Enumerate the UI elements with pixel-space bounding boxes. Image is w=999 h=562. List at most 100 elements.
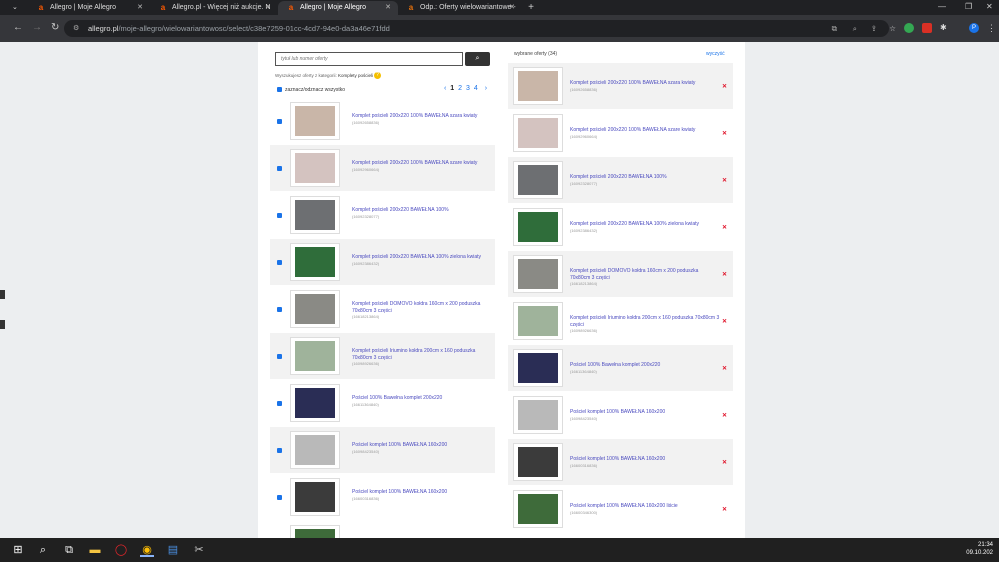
system-clock[interactable]: 21:34 09.10.202: [966, 541, 993, 557]
close-icon[interactable]: ✕: [137, 1, 143, 15]
offer-title[interactable]: Pościel komplet 100% BAWEŁNA 160x200 liś…: [570, 503, 720, 516]
new-tab-button[interactable]: +: [524, 1, 538, 15]
file-explorer-icon[interactable]: ▬: [88, 543, 102, 557]
minimize-icon[interactable]: —: [938, 2, 946, 11]
offer-checkbox[interactable]: [277, 166, 282, 171]
extension-green-icon[interactable]: [904, 23, 914, 33]
selected-offer-row[interactable]: Pościel komplet 100% BAWEŁNA 160x200 liś…: [508, 486, 733, 532]
search-button[interactable]: ⌕: [465, 52, 490, 66]
remove-offer-icon[interactable]: ✕: [722, 83, 727, 90]
close-icon[interactable]: ✕: [385, 1, 391, 15]
offer-title[interactable]: Komplet pościeli 200x220 100% BAWEŁNA sz…: [570, 127, 720, 140]
close-window-icon[interactable]: ✕: [986, 2, 993, 11]
clear-selection-link[interactable]: wyczyść: [706, 51, 725, 57]
offer-row[interactable]: Pościel komplet 100% BAWEŁNA 160x200 (160…: [270, 427, 495, 473]
offer-checkbox[interactable]: [277, 495, 282, 500]
offer-checkbox[interactable]: [277, 260, 282, 265]
offer-title[interactable]: Komplet pościeli 200x220 BAWEŁNA 100% (16…: [352, 207, 487, 220]
search-icon[interactable]: ⌕: [36, 543, 50, 557]
offer-row[interactable]: Komplet pościeli 200x220 BAWEŁNA 100% zi…: [270, 239, 495, 285]
offer-title[interactable]: Komplet pościeli 200x220 BAWEŁNA 100% zi…: [570, 221, 720, 234]
tab-search-button[interactable]: ⌄: [0, 1, 28, 15]
offer-checkbox[interactable]: [277, 448, 282, 453]
maximize-icon[interactable]: ❐: [965, 2, 972, 11]
close-icon[interactable]: ✕: [509, 1, 515, 15]
selected-offer-row[interactable]: Pościel komplet 100% BAWEŁNA 160x200 (166…: [508, 439, 733, 485]
offer-title[interactable]: Komplet pościeli 200x220 BAWEŁNA 100% (16…: [570, 174, 720, 187]
bookmark-star-icon[interactable]: ☆: [889, 20, 896, 37]
remove-offer-icon[interactable]: ✕: [722, 412, 727, 419]
next-page-button[interactable]: ›: [485, 85, 487, 92]
offer-title[interactable]: Komplet pościeli Iriumino kołdra 200cm x…: [570, 315, 720, 335]
offer-title[interactable]: Komplet pościeli 200x220 BAWEŁNA 100% zi…: [352, 254, 487, 267]
remove-offer-icon[interactable]: ✕: [722, 459, 727, 466]
offer-title[interactable]: Komplet pościeli DOMOVO kołdra 160cm x 2…: [570, 268, 720, 288]
remove-offer-icon[interactable]: ✕: [722, 271, 727, 278]
chrome-icon[interactable]: ◉: [140, 543, 154, 557]
offer-title[interactable]: Pościel 100% Bawełna komplet 200x220 (166…: [352, 395, 487, 408]
offer-title[interactable]: Komplet pościeli 200x220 100% BAWEŁNA sz…: [352, 160, 487, 173]
selected-offer-row[interactable]: Komplet pościeli 200x220 BAWEŁNA 100% zi…: [508, 204, 733, 250]
offer-title[interactable]: Pościel 100% Bawełna komplet 200x220 (166…: [570, 362, 720, 375]
selected-offer-row[interactable]: Komplet pościeli DOMOVO kołdra 160cm x 2…: [508, 251, 733, 297]
offer-checkbox[interactable]: [277, 401, 282, 406]
selected-offer-row[interactable]: Komplet pościeli Iriumino kołdra 200cm x…: [508, 298, 733, 344]
opera-icon[interactable]: ◯: [114, 543, 128, 557]
selected-offer-row[interactable]: Pościel 100% Bawełna komplet 200x220 (166…: [508, 345, 733, 391]
offer-title[interactable]: Komplet pościeli 200x220 100% BAWEŁNA sz…: [352, 113, 487, 126]
offer-title[interactable]: Komplet pościeli Iriumino kołdra 200cm x…: [352, 348, 487, 368]
offer-title[interactable]: Pościel komplet 100% BAWEŁNA 160x200 (160…: [570, 409, 720, 422]
offer-row[interactable]: Komplet pościeli DOMOVO kołdra 160cm x 2…: [270, 286, 495, 332]
offer-title[interactable]: Pościel komplet 100% BAWEŁNA 160x200 (166…: [352, 489, 487, 502]
offer-row[interactable]: Komplet pościeli Iriumino kołdra 200cm x…: [270, 333, 495, 379]
profile-avatar[interactable]: P: [969, 23, 979, 33]
document-icon[interactable]: ▤: [166, 543, 180, 557]
offer-checkbox[interactable]: [277, 354, 282, 359]
tab-odp-oferty[interactable]: a Odp.: Oferty wielowariantowe - ✕: [398, 1, 522, 15]
back-icon[interactable]: ←: [13, 23, 23, 33]
offer-row[interactable]: Pościel komplet 100% BAWEŁNA 160x200 (166…: [270, 474, 495, 520]
snipping-tool-icon[interactable]: ✂: [192, 543, 206, 557]
windows-start-icon[interactable]: ⊞: [11, 543, 25, 557]
page-1[interactable]: 1: [450, 85, 454, 92]
prev-page-button[interactable]: ‹: [444, 85, 446, 92]
help-icon[interactable]: ?: [374, 72, 381, 79]
offer-row[interactable]: Komplet pościeli 200x220 BAWEŁNA 100% (16…: [270, 192, 495, 238]
page-4[interactable]: 4: [474, 85, 478, 92]
offer-row[interactable]: Pościel 100% Bawełna komplet 200x220 (166…: [270, 380, 495, 426]
offer-row[interactable]: Komplet pościeli 200x220 100% BAWEŁNA sz…: [270, 145, 495, 191]
offer-checkbox[interactable]: [277, 307, 282, 312]
tab-moje-allegro[interactable]: a Allegro | Moje Allegro ✕: [28, 1, 150, 15]
page-2[interactable]: 2: [458, 85, 462, 92]
select-all-checkbox[interactable]: zaznacz/odznacz wszystko: [277, 87, 345, 93]
task-view-icon[interactable]: ⧉: [62, 543, 76, 557]
site-info-icon[interactable]: ⚙: [73, 20, 79, 37]
offer-row[interactable]: [270, 521, 495, 538]
remove-offer-icon[interactable]: ✕: [722, 318, 727, 325]
offer-title[interactable]: Komplet pościeli 200x220 100% BAWEŁNA sz…: [570, 80, 720, 93]
extensions-puzzle-icon[interactable]: ✱: [940, 23, 950, 33]
selected-offer-row[interactable]: Komplet pościeli 200x220 100% BAWEŁNA sz…: [508, 110, 733, 156]
close-icon[interactable]: ✕: [265, 1, 271, 15]
extension-red-icon[interactable]: [922, 23, 932, 33]
selected-offer-row[interactable]: Pościel komplet 100% BAWEŁNA 160x200 (160…: [508, 392, 733, 438]
offer-title[interactable]: Komplet pościeli DOMOVO kołdra 160cm x 2…: [352, 301, 487, 321]
remove-offer-icon[interactable]: ✕: [722, 224, 727, 231]
offer-title[interactable]: Pościel komplet 100% BAWEŁNA 160x200 (160…: [352, 442, 487, 455]
offer-row[interactable]: Komplet pościeli 200x220 100% BAWEŁNA sz…: [270, 98, 495, 144]
remove-offer-icon[interactable]: ✕: [722, 130, 727, 137]
menu-dots-icon[interactable]: ⋮: [987, 23, 996, 33]
forward-icon[interactable]: →: [32, 23, 42, 33]
address-bar[interactable]: ⚙ allegro.pl/moje-allegro/wielowariantow…: [64, 20, 896, 37]
remove-offer-icon[interactable]: ✕: [722, 506, 727, 513]
offer-checkbox[interactable]: [277, 213, 282, 218]
selected-offer-row[interactable]: Komplet pościeli 200x220 BAWEŁNA 100% (16…: [508, 157, 733, 203]
share-icon[interactable]: ⇪: [871, 20, 877, 37]
install-app-icon[interactable]: ⧉: [832, 20, 837, 37]
remove-offer-icon[interactable]: ✕: [722, 177, 727, 184]
reload-icon[interactable]: ↻: [51, 23, 59, 33]
remove-offer-icon[interactable]: ✕: [722, 365, 727, 372]
offer-title[interactable]: Pościel komplet 100% BAWEŁNA 160x200 (166…: [570, 456, 720, 469]
zoom-icon[interactable]: ⌕: [853, 20, 857, 37]
page-3[interactable]: 3: [466, 85, 470, 92]
